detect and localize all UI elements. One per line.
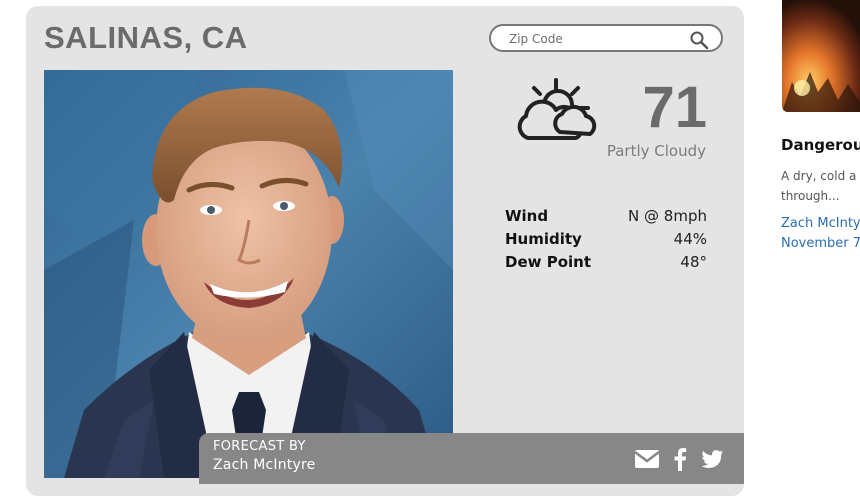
partly-cloudy-icon [517, 78, 597, 140]
current-condition: Partly Cloudy [606, 142, 706, 160]
forecaster-photo [44, 70, 453, 478]
forecast-by-label: FORECAST BY [213, 439, 306, 454]
search-icon[interactable] [689, 30, 709, 50]
news-snippet: A dry, cold a through... [781, 166, 860, 206]
zip-search-box[interactable] [489, 24, 723, 52]
stat-value: 48° [680, 252, 707, 271]
news-snippet-line: through... [781, 189, 840, 203]
twitter-icon[interactable] [700, 447, 724, 471]
email-icon[interactable] [634, 447, 660, 471]
stat-label: Humidity [505, 229, 582, 248]
stat-label: Wind [505, 206, 549, 225]
news-snippet-line: A dry, cold a [781, 169, 857, 183]
stat-row-humidity: Humidity 44% [505, 227, 707, 250]
news-thumbnail[interactable] [782, 0, 860, 112]
stat-row-dew-point: Dew Point 48° [505, 250, 707, 273]
facebook-icon[interactable] [672, 447, 688, 471]
stat-row-wind: Wind N @ 8mph [505, 204, 707, 227]
current-temperature: 71 [642, 75, 707, 140]
stat-label: Dew Point [505, 252, 591, 271]
city-heading: SALINAS, CA [44, 20, 248, 55]
stat-value: N @ 8mph [628, 206, 707, 225]
forecaster-name[interactable]: Zach McIntyre [213, 457, 315, 473]
weather-stats: Wind N @ 8mph Humidity 44% Dew Point 48° [505, 204, 707, 273]
forecaster-bar: FORECAST BY Zach McIntyre [199, 433, 744, 484]
news-author-link[interactable]: Zach McInty [781, 216, 860, 231]
stat-value: 44% [673, 229, 707, 248]
zip-code-input[interactable] [507, 28, 681, 50]
news-date: November 7 [781, 236, 860, 251]
news-headline[interactable]: Dangerou [781, 136, 860, 154]
